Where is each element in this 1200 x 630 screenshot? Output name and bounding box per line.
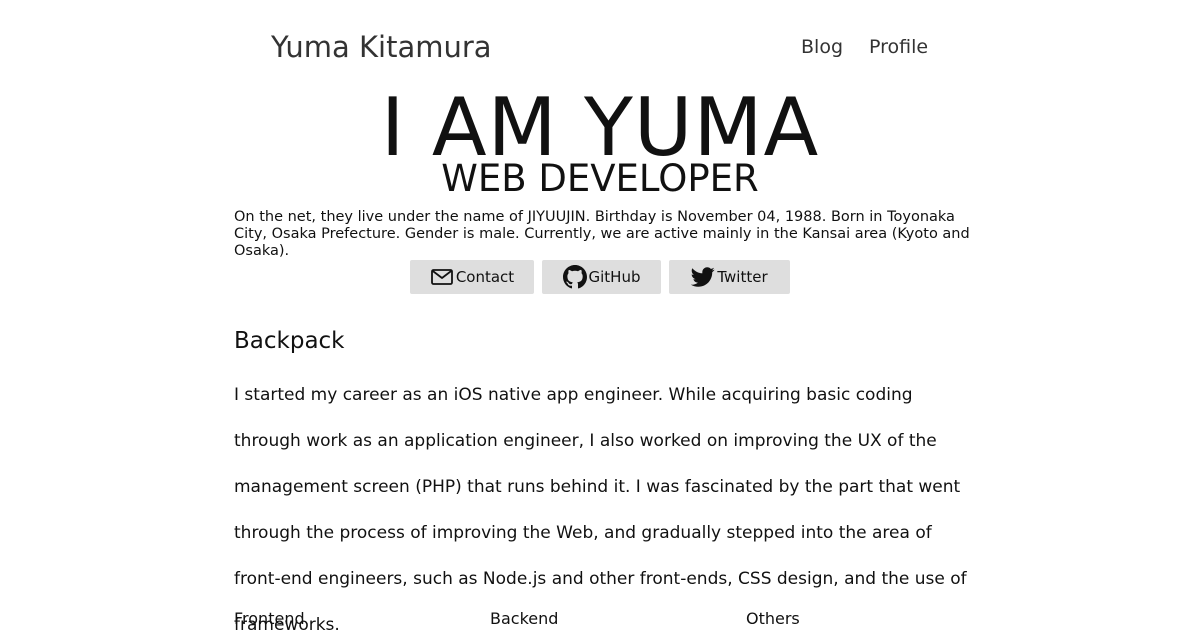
- twitter-button[interactable]: Twitter: [669, 260, 790, 294]
- main-nav: Blog Profile: [801, 34, 928, 60]
- skills-frontend-heading: Frontend: [234, 609, 305, 628]
- nav-link-blog[interactable]: Blog: [801, 34, 843, 60]
- backpack-body: I started my career as an iOS native app…: [234, 385, 967, 630]
- contact-button-label: Contact: [455, 268, 515, 286]
- page: Yuma Kitamura Blog Profile I AM YUMA WEB…: [0, 0, 1200, 630]
- skills-backend-heading: Backend: [490, 609, 559, 628]
- mail-icon: [430, 265, 454, 289]
- github-icon: [562, 265, 587, 289]
- twitter-button-label: Twitter: [717, 268, 768, 286]
- skills-columns: Frontend Backend Others: [234, 608, 1002, 630]
- nav-link-profile[interactable]: Profile: [869, 34, 928, 60]
- github-button-label: GitHub: [588, 268, 641, 286]
- backpack-heading: Backpack: [234, 328, 345, 354]
- skills-others-heading: Others: [746, 609, 800, 628]
- site-title-link[interactable]: Yuma Kitamura: [271, 28, 492, 66]
- contact-button[interactable]: Contact: [410, 260, 534, 294]
- bio-text: On the net, they live under the name of …: [234, 209, 970, 259]
- social-links: Contact GitHub Twitter: [0, 260, 1200, 294]
- twitter-icon: [691, 265, 715, 289]
- github-button[interactable]: GitHub: [542, 260, 661, 294]
- hero-role: WEB DEVELOPER: [441, 157, 759, 200]
